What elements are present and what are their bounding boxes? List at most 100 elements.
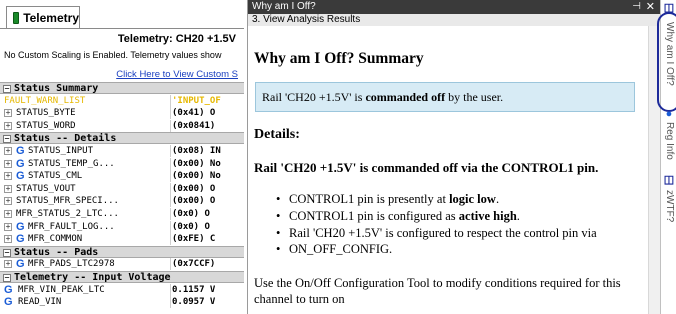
bullet-bold: logic low [449,192,496,206]
column-separator [170,283,171,296]
collapse-toggle-icon[interactable]: − [3,135,11,144]
telemetry-row[interactable]: + G STATUS_CML (0x00) No [0,170,244,183]
ltc-g-icon: G [4,296,13,309]
row-name: MFR_STATUS_2_LTC... [16,209,119,219]
row-name: MFR_COMMON [28,234,83,245]
column-separator [170,233,171,246]
telemetry-row[interactable]: FAULT_WARN_LIST 'INPUT_OF [0,94,244,107]
column-separator [170,157,171,170]
ltc-g-icon: G [16,233,25,246]
why-off-panel: Why am I Off? ⊣ ✕ 3. View Analysis Resul… [247,0,661,314]
tab-why-am-i-off[interactable]: Why am I Off? [664,22,675,86]
section-header-label: Status -- Details [14,133,117,145]
tab-wtf[interactable]: zWTF? [664,190,675,222]
collapse-toggle-icon[interactable]: − [3,274,11,282]
column-separator [170,182,171,195]
row-value: (0xFE) C [172,234,216,245]
expand-icon[interactable]: + [4,197,12,206]
expand-icon[interactable]: + [4,121,12,130]
row-value: (0x00) No [172,171,221,182]
bullet-text: CONTROL1 pin is presently at [289,192,450,206]
section-header[interactable]: − Status -- Details [0,132,244,145]
analysis-content: Why am I Off? Summary Rail 'CH20 +1.5V' … [249,26,648,314]
bullet-item: CONTROL1 pin is presently at logic low. [276,192,500,207]
close-icon[interactable]: ✕ [646,0,655,14]
row-name: STATUS_WORD [16,120,76,131]
bullet-item: Rail 'CH20 +1.5V' is configured to respe… [276,226,597,241]
tab-telemetry-label: Telemetry [23,10,79,25]
pin-icon[interactable]: ⊣ [632,0,641,14]
scaling-note: No Custom Scaling is Enabled. Telemetry … [4,50,222,60]
telemetry-row[interactable]: G READ_VIN 0.0957 V [0,296,244,309]
column-separator [170,195,171,208]
ltc-g-icon: G [4,283,13,296]
expand-icon[interactable]: + [4,260,12,269]
row-name: READ_VIN [18,297,62,308]
row-value: (0x00) O [172,196,216,207]
expand-icon[interactable]: + [4,147,12,155]
step-subtitle: 3. View Analysis Results [248,14,661,26]
column-separator [170,145,171,157]
telemetry-row[interactable]: + MFR_STATUS_2_LTC... (0x0) O [0,208,244,220]
section-header-label: Telemetry -- Input Voltage [14,272,171,283]
telemetry-row[interactable]: + STATUS_WORD (0x0841) [0,119,244,132]
telemetry-row[interactable]: + G STATUS_TEMP_G... (0x00) No [0,157,244,170]
column-separator [170,170,171,183]
details-heading: Details: [254,127,300,142]
bullet-text: ON_OFF_CONFIG. [289,242,393,256]
expand-icon[interactable]: + [4,235,12,244]
ltc-g-icon: G [16,258,25,271]
row-name: MFR_VIN_PEAK_LTC [18,284,105,295]
row-value: (0x0) O [172,221,210,232]
wtf-tab-icon: ◫ [663,174,675,186]
custom-scaling-link[interactable]: Click Here to View Custom S [0,69,238,80]
tab-telemetry[interactable]: Telemetry [6,6,80,28]
row-name: STATUS_CML [28,171,83,182]
column-separator [170,94,171,107]
column-separator [170,119,171,132]
section-header[interactable]: − Telemetry -- Input Voltage [0,271,244,283]
row-name: MFR_PADS_LTC2978 [28,259,115,270]
column-separator [170,296,171,309]
tab-divider [0,28,244,29]
telemetry-row[interactable]: + G STATUS_INPUT (0x08) IN [0,145,244,157]
column-separator [170,208,171,220]
row-name: MFR_FAULT_LOG... [28,221,115,232]
bullet-item: CONTROL1 pin is configured as active hig… [276,209,520,224]
row-name: STATUS_INPUT [28,146,94,156]
footer-note: Use the On/Off Configuration Tool to mod… [254,276,621,306]
expand-icon[interactable]: + [4,222,12,231]
summary-suffix: by the user. [445,90,504,104]
telemetry-row[interactable]: G MFR_VIN_PEAK_LTC 0.1157 V [0,283,244,296]
row-value: (0x00) No [172,158,221,169]
expand-icon[interactable]: + [4,172,12,181]
telemetry-row[interactable]: + G MFR_PADS_LTC2978 (0x7CCF) [0,258,244,271]
row-value: (0x0841) [172,120,216,131]
section-header-label: Status Summary [14,83,99,94]
row-name: STATUS_VOUT [16,183,76,194]
telemetry-row[interactable]: + G MFR_FAULT_LOG... (0x0) O [0,220,244,233]
collapse-toggle-icon[interactable]: − [3,248,11,257]
expand-icon[interactable]: + [4,210,12,218]
telemetry-row[interactable]: + STATUS_MFR_SPECI... (0x00) O [0,195,244,208]
telemetry-row[interactable]: + STATUS_VOUT (0x00) O [0,182,244,195]
expand-icon[interactable]: + [4,109,12,118]
bullet-bold: active high [458,209,517,223]
row-value: 0.1157 V [172,284,216,295]
section-header[interactable]: − Status Summary [0,82,244,94]
row-name: STATUS_MFR_SPECI... [16,196,119,207]
telemetry-row[interactable]: + STATUS_BYTE (0x41) O [0,107,244,120]
expand-icon[interactable]: + [4,159,12,168]
section-header[interactable]: − Status -- Pads [0,245,244,258]
column-separator [170,107,171,120]
window-titlebar: Why am I Off? ⊣ ✕ [248,0,661,14]
summary-box: Rail 'CH20 +1.5V' is commanded off by th… [255,82,635,112]
collapse-toggle-icon[interactable]: − [3,85,11,93]
expand-icon[interactable]: + [4,184,12,193]
ltc-g-icon: G [16,157,25,170]
bullet-suffix: . [495,192,500,206]
telemetry-row[interactable]: + G MFR_COMMON (0xFE) C [0,233,244,246]
tab-reg-info[interactable]: Reg Info [664,122,675,160]
why-off-tab-icon: ◫ [663,2,675,14]
telemetry-title: Telemetry: CH20 +1.5V [0,33,236,45]
